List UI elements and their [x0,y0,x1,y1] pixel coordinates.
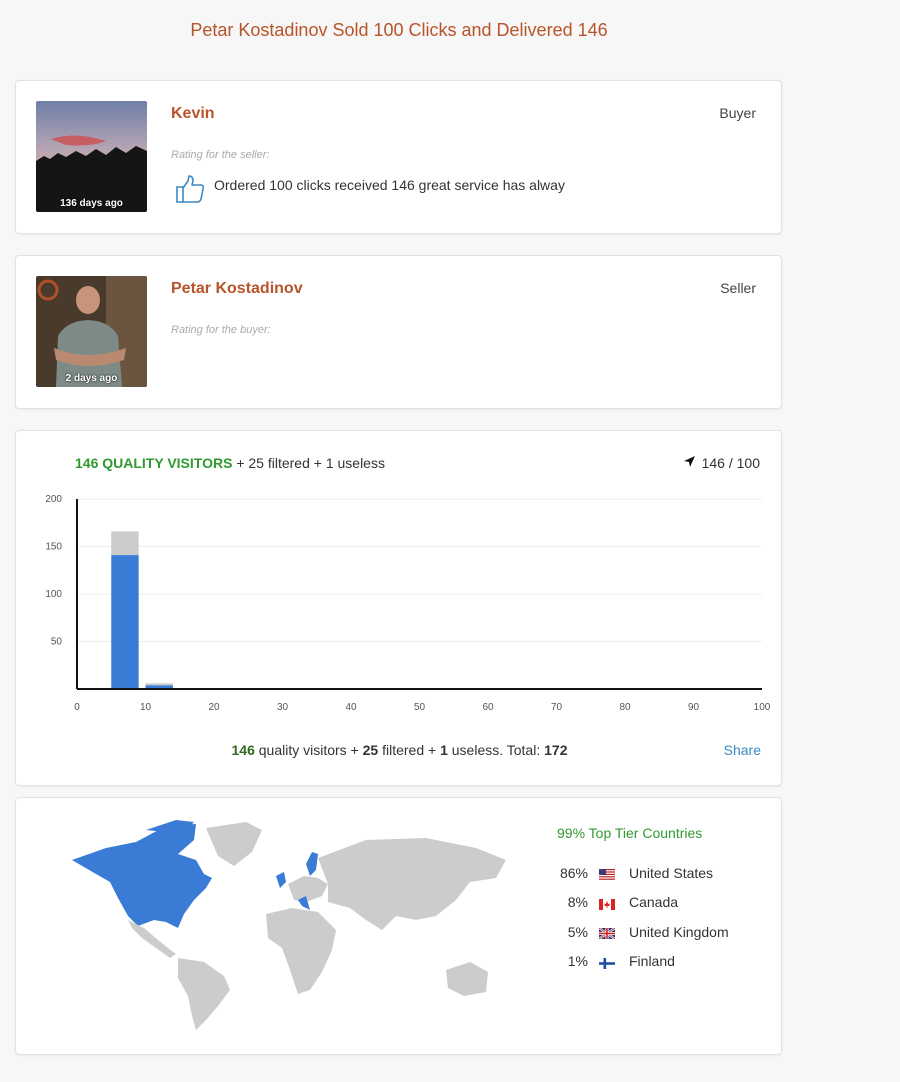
buyer-avatar[interactable]: 136 days ago [36,101,147,212]
central-america-region [128,920,176,958]
world-map [72,820,506,1030]
x-tick-label: 10 [140,702,152,713]
x-tick-label: 60 [482,702,494,713]
x-tick-label: 100 [754,702,771,713]
south-america-region [178,958,230,1030]
x-tick-label: 40 [345,702,357,713]
footer-quality-count: 146 [231,742,255,758]
north-america-region [72,824,212,928]
fi-flag-icon [599,956,615,969]
country-row: 1% Finland [536,947,729,977]
country-name: United Kingdom [629,923,729,940]
reviewer-name[interactable]: Petar Kostadinov [171,280,303,298]
country-name: United States [629,864,714,881]
asia-region [318,838,506,930]
top-tier-summary: 99% Top Tier Countries [557,825,703,841]
uk-region [276,872,286,888]
uk-flag-icon [598,926,616,941]
finland-region [306,852,318,876]
country-percent: 1% [567,953,588,970]
australia-region [446,962,488,996]
country-name: Canada [629,894,679,911]
y-tick-label: 200 [45,494,62,505]
country-percent: 5% [567,923,588,940]
review-text: Ordered 100 clicks received 146 great se… [214,177,565,193]
footer-useless-count: 1 [440,742,448,758]
country-percent: 86% [559,864,588,881]
footer-filtered-count: 25 [362,742,379,758]
us-flag-icon [599,867,615,881]
europe-region [288,876,328,902]
x-tick-label: 30 [277,702,289,713]
country-name: Finland [629,953,675,970]
buyer-review-card: 136 days ago Kevin Buyer Rating for the … [15,80,782,234]
footer-text: filtered + [382,742,437,758]
country-percent: 8% [567,894,588,911]
reviewer-role: Seller [720,280,756,296]
filtered-visitors-bar [111,531,139,556]
x-tick-label: 70 [551,702,563,713]
country-row: 86% United States [536,858,729,888]
country-row: 8% Canada [536,888,729,918]
y-tick-label: 150 [45,542,62,553]
x-tick-label: 80 [619,702,631,713]
greenland-region [206,822,262,866]
y-tick-label: 50 [51,637,63,648]
y-tick-label: 100 [45,589,62,600]
footer-total-count: 172 [544,742,568,758]
rating-label: Rating for the seller: [171,149,270,161]
footer-text: quality visitors + [258,742,359,758]
visitors-card: 146 QUALITY VISITORS + 25 filtered + 1 u… [15,430,782,786]
seller-avatar[interactable]: 2 days ago [36,276,147,387]
reviewer-name[interactable]: Kevin [171,105,215,123]
review-age: 136 days ago [60,198,123,209]
country-list: 86% United States 8% Canada 5% United Ki… [536,858,729,976]
thumbs-up-icon [174,173,206,210]
page-title: Petar Kostadinov Sold 100 Clicks and Del… [190,20,608,40]
share-link[interactable]: Share [724,742,761,758]
footer-text: useless. Total: [451,742,541,758]
filtered-visitors-bar [145,683,173,686]
ca-flag-icon [599,897,615,910]
quality-visitors-bar [111,555,139,689]
africa-region [266,908,336,994]
x-tick-label: 0 [74,702,80,713]
x-tick-label: 20 [208,702,220,713]
visitors-total-summary: 146 quality visitors + 25 filtered + 1 u… [16,742,783,758]
country-row: 5% United Kingdom [536,917,729,947]
seller-review-card: 2 days ago Petar Kostadinov Seller Ratin… [15,255,782,409]
visitors-bar-chart: 50 100 150 200 0 10 20 30 40 50 60 70 80 90 100 [45,494,771,713]
countries-card: 99% Top Tier Countries 86% United States… [15,797,782,1055]
reviewer-role: Buyer [719,105,756,121]
x-tick-label: 90 [688,702,700,713]
rating-label: Rating for the buyer: [171,324,271,336]
review-age: 2 days ago [65,373,118,384]
x-tick-label: 50 [414,702,426,713]
